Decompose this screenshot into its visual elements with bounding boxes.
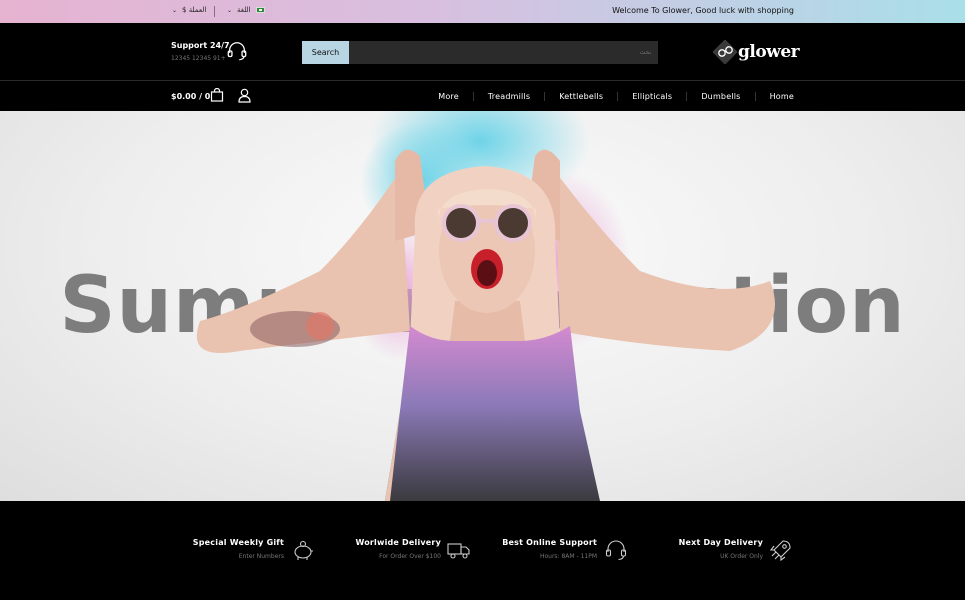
welcome-message: Welcome To Glower, Good luck with shoppi… — [612, 6, 794, 15]
search-input[interactable] — [349, 41, 658, 64]
feature-worldwide-delivery: Worlwide Delivery For Order Over $100 — [355, 538, 441, 560]
feature-subtitle: Enter Numbers — [238, 553, 284, 560]
main-nav: $0.00 / 0 More Treadmills Kettlebells El… — [0, 81, 965, 111]
currency-selector[interactable]: ⌄ $ العملة — [172, 6, 206, 14]
cart-total[interactable]: $0.00 / 0 — [171, 92, 210, 101]
feature-title: Special Weekly Gift — [192, 538, 284, 547]
nav-item-kettlebells[interactable]: Kettlebells — [544, 91, 617, 101]
top-bar: ⌄ $ العملة ⌄ اللغة Welcome To Glower, Go… — [0, 0, 965, 23]
nav-item-treadmills[interactable]: Treadmills — [472, 91, 544, 101]
feature-title: Next Day Delivery — [678, 538, 763, 547]
feature-title: Best Online Support — [502, 538, 597, 547]
support-title: Support 24/7 — [171, 41, 230, 50]
search-bar: Search — [302, 41, 658, 64]
nav-item-dumbells[interactable]: Dumbells — [686, 91, 754, 101]
support-phone: 12345 12345 91+ — [171, 55, 226, 62]
nav-item-more[interactable]: More — [424, 92, 473, 101]
nav-item-ellipticals[interactable]: Ellipticals — [617, 91, 686, 101]
feature-title: Worlwide Delivery — [355, 538, 441, 547]
divider — [214, 6, 215, 17]
logo-mark-icon — [713, 40, 737, 64]
feature-subtitle: UK Order Only — [720, 553, 763, 560]
logo-text: glower — [738, 42, 800, 62]
hero-banner[interactable]: Summer Collection — [0, 111, 965, 501]
feature-subtitle: Hours: 8AM - 11PM — [539, 553, 597, 560]
chevron-down-icon: ⌄ — [227, 6, 233, 14]
currency-label: $ العملة — [182, 6, 207, 14]
shopping-bag-icon[interactable] — [210, 88, 224, 102]
features-bar: Special Weekly Gift Enter Numbers Worlwi… — [0, 501, 965, 600]
feature-online-support: Best Online Support Hours: 8AM - 11PM — [502, 538, 597, 560]
language-label: اللغة — [237, 6, 251, 14]
search-button[interactable]: Search — [302, 41, 349, 64]
feature-next-day-delivery: Next Day Delivery UK Order Only — [679, 538, 763, 560]
flag-icon — [255, 7, 265, 13]
logo[interactable]: glower — [713, 37, 803, 67]
feature-subtitle: For Order Over $100 — [379, 553, 441, 560]
chevron-down-icon: ⌄ — [172, 6, 178, 14]
rocket-icon — [769, 540, 791, 562]
piggy-bank-icon — [294, 540, 313, 560]
headset-icon — [605, 540, 627, 561]
nav-menu: More Treadmills Kettlebells Ellipticals … — [424, 81, 794, 111]
hero-model-image — [196, 111, 775, 501]
headset-icon — [227, 42, 247, 61]
delivery-truck-icon — [447, 543, 470, 559]
feature-weekly-gift: Special Weekly Gift Enter Numbers — [193, 538, 284, 560]
header: Support 24/7 12345 12345 91+ Search glow… — [0, 23, 965, 81]
nav-item-home[interactable]: Home — [754, 91, 794, 101]
user-icon[interactable] — [238, 88, 251, 103]
language-selector[interactable]: ⌄ اللغة — [227, 6, 265, 14]
